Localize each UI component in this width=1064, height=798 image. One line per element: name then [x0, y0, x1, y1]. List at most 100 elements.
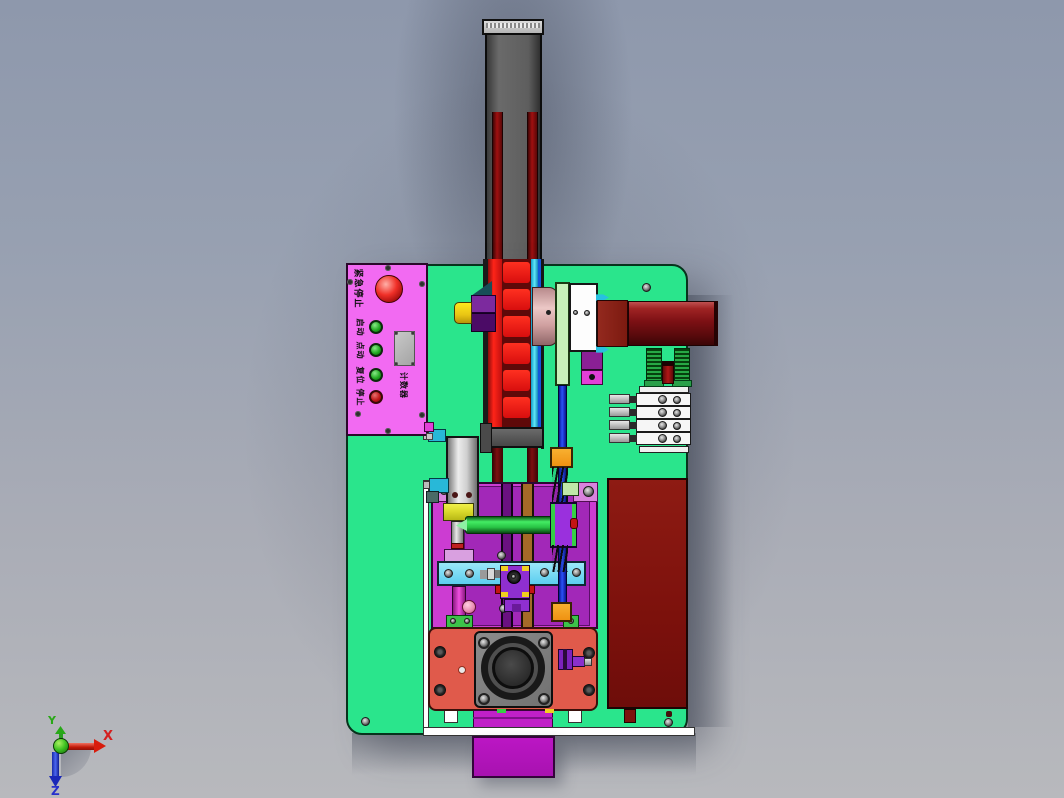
- terminal-screw: [450, 618, 456, 624]
- x-axis-shaft[interactable]: [67, 743, 95, 750]
- slider-pin-red: [570, 518, 578, 529]
- pulley-housing-bottom[interactable]: [483, 427, 544, 448]
- clamp-tab-red: [495, 585, 501, 594]
- chuck-screw: [478, 693, 490, 705]
- column-cap-stripe: [486, 23, 540, 28]
- counter-plate[interactable]: [394, 331, 415, 366]
- fitting-connector: [630, 409, 637, 416]
- plate-tab: [568, 710, 582, 723]
- plate-slot-horizontal: [423, 727, 695, 736]
- cylinder-top-tab: [480, 423, 492, 453]
- panel-button-jog[interactable]: [369, 343, 383, 357]
- chuck-screw: [538, 693, 550, 705]
- knob-pink[interactable]: [462, 600, 476, 614]
- shaft-pin: [546, 310, 551, 315]
- motor-end-cap: [714, 301, 718, 346]
- valve-port: [658, 395, 667, 404]
- counter-label: 计数器: [399, 371, 408, 399]
- chuck-screw: [478, 637, 490, 649]
- plate-hole: [583, 684, 595, 696]
- y-axis-arrowhead: [55, 726, 66, 734]
- panel-button-start-label: 启动: [355, 318, 364, 337]
- valve-port: [658, 421, 667, 430]
- plate-corner-screw: [394, 331, 398, 335]
- z-axis-shaft[interactable]: [52, 752, 59, 777]
- side-panel[interactable]: [607, 478, 688, 709]
- motor-mount-block[interactable]: [597, 300, 628, 347]
- plate-tab: [444, 710, 458, 723]
- coil-base: [644, 380, 664, 387]
- purple-bracket[interactable]: [581, 351, 603, 370]
- panel-screw: [419, 281, 425, 287]
- plate-hole: [434, 646, 446, 658]
- spring-lower[interactable]: [552, 545, 568, 572]
- chuck-ring-inner: [492, 647, 534, 689]
- pneumatic-fitting[interactable]: [609, 407, 630, 417]
- fitting-nut: [423, 481, 430, 489]
- manifold-cap-bottom: [639, 446, 689, 453]
- y-axis-label: Y: [48, 714, 56, 727]
- workpiece-cylinder[interactable]: [465, 516, 553, 534]
- panel-button-reset-label: 复位: [355, 366, 364, 385]
- pulley-blade: [503, 370, 530, 391]
- slider-rail-green: [551, 504, 555, 546]
- cad-viewport[interactable]: 紧急停止 启动 点动 复位 停止 计数器 X Y Z: [0, 0, 1064, 798]
- sensor-bracket-green[interactable]: [562, 482, 579, 496]
- pulley-blade: [503, 316, 530, 337]
- fitting-connector: [630, 422, 637, 429]
- mount-plate-green[interactable]: [555, 282, 570, 386]
- motor-body[interactable]: [628, 301, 717, 346]
- mount-plate-white[interactable]: [569, 283, 598, 352]
- triad-origin-sphere[interactable]: [53, 738, 69, 754]
- panel-button-stop[interactable]: [369, 390, 383, 404]
- plate-screw: [573, 310, 578, 315]
- red-cylinder[interactable]: [662, 365, 674, 384]
- pulley-blade: [503, 262, 530, 283]
- valve-port: [673, 396, 681, 404]
- fixture-screw: [497, 551, 506, 560]
- cast-shadow-right: [688, 295, 734, 727]
- plate-screw: [361, 717, 370, 726]
- tooling-block-lower[interactable]: [472, 736, 555, 778]
- terminal-screw: [464, 618, 470, 624]
- side-panel-pin: [666, 711, 672, 717]
- stub-block-upper[interactable]: [471, 295, 496, 313]
- valve-port: [658, 434, 667, 443]
- pneumatic-fitting[interactable]: [609, 433, 630, 443]
- valve-port: [673, 409, 681, 417]
- panel-button-reset[interactable]: [369, 368, 383, 382]
- estop-label: 紧急停止: [352, 267, 363, 309]
- bar-screw: [540, 568, 549, 577]
- panel-button-start[interactable]: [369, 320, 383, 334]
- panel-side-nut: [426, 433, 433, 440]
- drive-belt-upper-right[interactable]: [527, 112, 538, 260]
- clamp-pad-yellow: [501, 592, 508, 597]
- fitting-chain[interactable]: [487, 568, 495, 580]
- panel-screw: [419, 412, 425, 418]
- panel-screw: [355, 411, 361, 417]
- clamp-pad-yellow: [501, 566, 508, 571]
- shaft-stub-yellow[interactable]: [454, 302, 472, 324]
- panel-screw: [385, 428, 391, 434]
- plate-hole: [434, 684, 446, 696]
- panel-button-jog-label: 点动: [355, 341, 364, 360]
- coil-base: [672, 380, 692, 387]
- z-axis-label: Z: [51, 784, 60, 798]
- fitting-band: [563, 649, 567, 670]
- pneumatic-fitting[interactable]: [609, 394, 630, 404]
- plate-corner-screw: [411, 331, 415, 335]
- knob-screw: [511, 574, 516, 579]
- pulley-blade: [503, 289, 530, 310]
- stopper-block-lower[interactable]: [551, 602, 572, 622]
- emergency-stop-button[interactable]: [375, 275, 403, 303]
- cylinder-port: [466, 492, 472, 498]
- fitting-connector: [630, 435, 637, 442]
- stub-block-lower[interactable]: [471, 313, 496, 332]
- clamp-pad-yellow: [522, 592, 529, 597]
- stopper-block-upper[interactable]: [550, 447, 573, 468]
- tab-yellow: [545, 709, 554, 713]
- fitting-chain: [480, 570, 487, 579]
- pneumatic-fitting[interactable]: [609, 420, 630, 430]
- drive-belt-upper-left[interactable]: [492, 112, 503, 260]
- bar-screw: [465, 569, 474, 578]
